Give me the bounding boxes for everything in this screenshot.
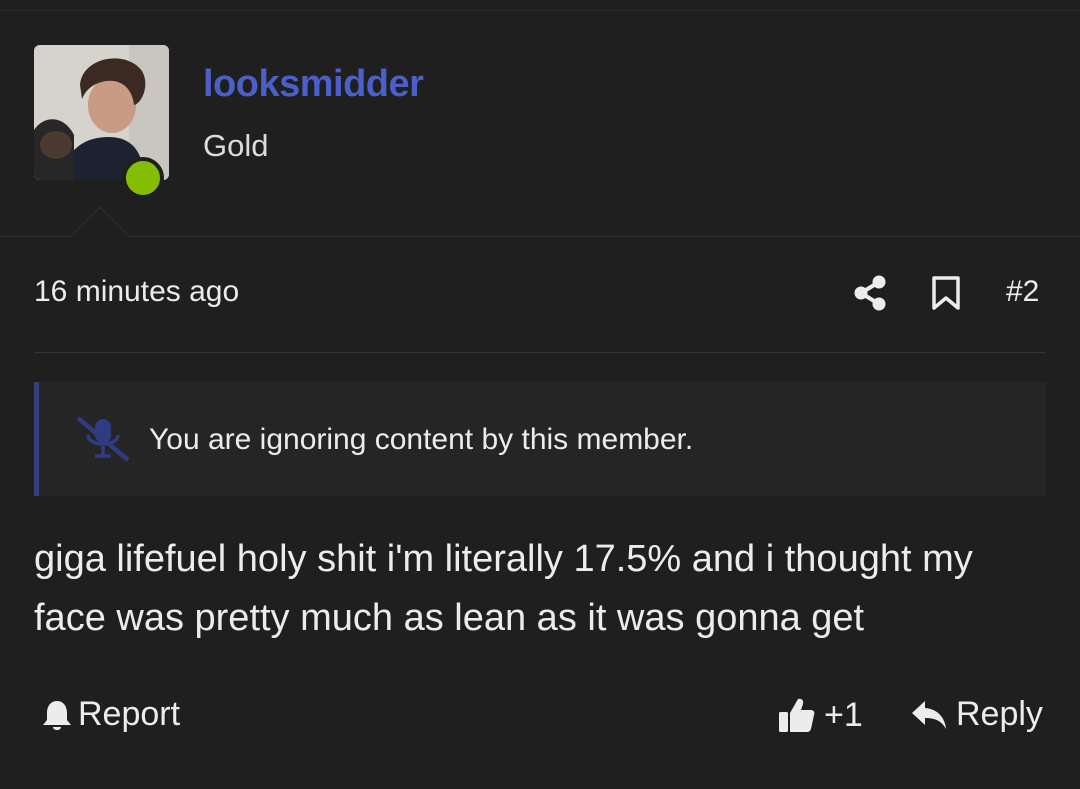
- meta-divider: [34, 352, 1046, 353]
- user-title: Gold: [203, 128, 269, 163]
- bell-icon: [43, 700, 71, 730]
- post-message-body: giga lifefuel holy shit i'm literally 17…: [34, 538, 973, 639]
- ignored-content-notice[interactable]: You are ignoring content by this member.: [34, 382, 1046, 496]
- bookmark-icon[interactable]: [931, 276, 961, 310]
- reply-button[interactable]: Reply: [910, 695, 1043, 734]
- online-status-dot: [122, 157, 164, 199]
- like-count: +1: [824, 695, 863, 734]
- post-user-header: looksmidder Gold: [0, 11, 1080, 237]
- reply-label: Reply: [956, 695, 1043, 733]
- header-pointer-arrow: [70, 206, 130, 238]
- share-icon[interactable]: [853, 275, 887, 311]
- ignored-content-message: You are ignoring content by this member.: [149, 423, 694, 456]
- post-meta-row: 16 minutes ago #2: [0, 270, 1080, 320]
- reply-arrow-icon: [912, 700, 946, 729]
- post-number-link[interactable]: #2: [1006, 275, 1039, 309]
- post-action-bar: Report +1 Reply: [0, 695, 1080, 745]
- thumbs-up-icon: [779, 698, 815, 732]
- username-link[interactable]: looksmidder: [203, 63, 424, 106]
- microphone-slash-icon: [76, 416, 130, 462]
- report-label: Report: [78, 695, 181, 733]
- post-timestamp[interactable]: 16 minutes ago: [34, 275, 239, 309]
- like-button[interactable]: +1: [776, 695, 863, 735]
- report-button[interactable]: Report: [40, 695, 180, 734]
